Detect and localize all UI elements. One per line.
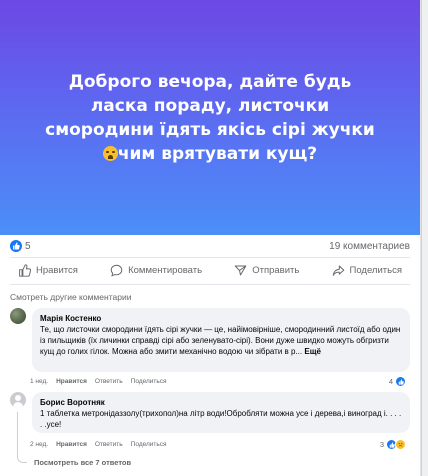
reply-thread-elbow <box>17 457 27 463</box>
send-button-label: Отправить <box>252 264 300 276</box>
comment-time[interactable]: 1 нед. <box>30 378 48 385</box>
post-text: Доброго вечора, дайте будь ласка пораду,… <box>40 70 380 166</box>
like-reaction-icon <box>10 240 22 252</box>
like-button-label: Нравится <box>36 264 78 276</box>
post-text-main: Доброго вечора, дайте будь ласка пораду,… <box>45 71 375 140</box>
share-button[interactable]: Поделиться <box>324 264 410 277</box>
comment-author[interactable]: Марія Костенко <box>40 313 402 324</box>
share-button-label: Поделиться <box>349 264 402 276</box>
thumbs-up-icon <box>19 263 31 277</box>
like-count[interactable]: 5 <box>10 240 31 252</box>
comment-text-body: Те, що листочки смородини їдять сірі жуч… <box>40 325 401 356</box>
scrollbar[interactable] <box>420 0 428 476</box>
see-more-link[interactable]: Ещё <box>304 347 321 356</box>
comment-author[interactable]: Борис Воротняк <box>40 397 402 408</box>
comment-bubble: Борис Воротняк 1 таблетка метронідаззолу… <box>32 392 410 433</box>
comment-bubble: Марія Костенко Те, що листочки смородини… <box>32 308 410 372</box>
comment-reply-button[interactable]: Ответить <box>95 441 123 448</box>
comment-like-button[interactable]: Нравится <box>56 378 87 385</box>
comment-reply-button[interactable]: Ответить <box>95 378 123 385</box>
divider <box>10 284 410 285</box>
like-reaction-icon <box>395 376 406 387</box>
comment-time[interactable]: 2 нед. <box>30 441 48 448</box>
see-more-comments-link[interactable]: Смотреть другие комментарии <box>10 292 131 302</box>
post-actions: Нравится Комментировать Отправить Подели… <box>10 261 410 279</box>
post-background: Доброго вечора, дайте будь ласка пораду,… <box>0 0 420 235</box>
comment-meta: 2 нед. Нравится Ответить Поделиться <box>30 441 167 448</box>
comment-count[interactable]: 19 комментариев <box>329 241 410 252</box>
comment-text: Те, що листочки смородини їдять сірі жуч… <box>40 324 402 357</box>
comment-bubble-icon <box>110 264 123 277</box>
sad-face-icon <box>102 145 118 161</box>
comment-reactions[interactable]: 3 <box>380 439 406 450</box>
divider <box>10 257 410 258</box>
send-icon <box>234 265 247 275</box>
comment-share-button[interactable]: Поделиться <box>131 441 167 448</box>
avatar[interactable] <box>10 308 26 324</box>
like-button[interactable]: Нравится <box>10 263 86 277</box>
comment-text: 1 таблетка метронідаззолу(трихопол)на лі… <box>40 409 402 429</box>
comment-button[interactable]: Комментировать <box>102 264 210 277</box>
comment-share-button[interactable]: Поделиться <box>131 378 167 385</box>
comment-item: Марія Костенко Те, що листочки смородини… <box>10 308 410 384</box>
send-button[interactable]: Отправить <box>226 264 307 277</box>
reply-thread-line <box>17 412 18 458</box>
view-all-replies-link[interactable]: Посмотреть все 7 ответов <box>34 458 131 467</box>
comment-button-label: Комментировать <box>128 264 203 276</box>
reaction-count: 4 <box>388 377 393 386</box>
post-stats: 5 19 комментариев <box>10 238 410 254</box>
share-arrow-icon <box>332 265 344 276</box>
post-card: Доброго вечора, дайте будь ласка пораду,… <box>0 0 420 476</box>
comment-meta: 1 нед. Нравится Ответить Поделиться <box>30 378 167 385</box>
post-text-tail: чим врятувати кущ? <box>117 143 318 164</box>
comment-like-button[interactable]: Нравится <box>56 441 87 448</box>
sad-reaction-icon <box>395 439 406 450</box>
like-count-value: 5 <box>25 240 31 252</box>
comment-reactions[interactable]: 4 <box>389 376 406 387</box>
reaction-count: 3 <box>379 440 384 449</box>
avatar[interactable] <box>10 392 26 408</box>
